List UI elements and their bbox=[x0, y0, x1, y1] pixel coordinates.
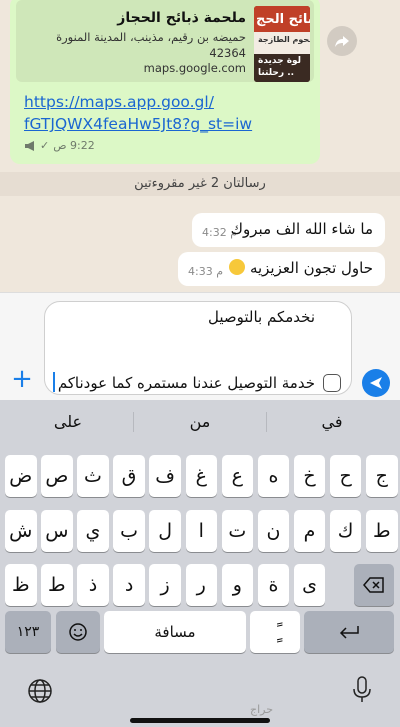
outgoing-time: 9:22 ص bbox=[53, 139, 95, 152]
emoji-key[interactable] bbox=[56, 611, 100, 653]
send-button[interactable] bbox=[362, 369, 390, 397]
letter-key[interactable]: ى bbox=[293, 564, 326, 606]
microphone-icon[interactable] bbox=[352, 676, 372, 704]
letter-key[interactable]: ر bbox=[185, 564, 217, 606]
message-text: حاول تجون العزيزيه bbox=[227, 259, 373, 277]
suggestion-1[interactable]: على bbox=[8, 412, 128, 431]
letter-key[interactable]: و bbox=[221, 564, 254, 606]
letter-key[interactable]: ص bbox=[41, 455, 73, 497]
letter-key[interactable]: ج bbox=[366, 455, 398, 497]
letter-key[interactable]: ك bbox=[329, 510, 362, 552]
link-preview-address: حميضه بن رقيم، مذينب، المدينة المنورة 42… bbox=[56, 30, 246, 60]
letter-key[interactable]: س bbox=[41, 510, 73, 552]
return-key[interactable] bbox=[304, 611, 394, 653]
incoming-message-bubble[interactable]: 4:33 م حاول تجون العزيزيه bbox=[178, 252, 385, 286]
compose-text-line-1: نخدمكم بالتوصيل bbox=[207, 308, 315, 326]
letter-key[interactable]: ذ bbox=[77, 564, 109, 606]
suggestion-2[interactable]: من bbox=[140, 412, 260, 431]
message-link[interactable]: https://maps.app.goo.gl/ fGTJQWX4feaHw5J… bbox=[24, 91, 304, 135]
forward-icon bbox=[335, 36, 349, 47]
message-time: 4:33 م bbox=[188, 265, 224, 278]
forward-button[interactable] bbox=[327, 26, 357, 56]
backspace-key[interactable] bbox=[354, 564, 394, 606]
send-icon bbox=[370, 377, 382, 389]
attach-plus-button[interactable]: + bbox=[10, 366, 34, 392]
link-preview-thumbnail: بائح الحج للحوم الطازجة لوة جديدة رحلتنا… bbox=[254, 6, 310, 82]
letter-key[interactable]: خ bbox=[293, 455, 326, 497]
suggestion-divider bbox=[133, 412, 134, 432]
message-input-bar: + نخدمكم بالتوصيل خدمة التوصيل عندنا مست… bbox=[0, 292, 400, 400]
backspace-icon bbox=[363, 577, 384, 593]
link-preview-domain: maps.google.com bbox=[143, 61, 246, 75]
letter-key[interactable]: ظ bbox=[5, 564, 37, 606]
letter-key[interactable]: ث bbox=[77, 455, 109, 497]
text-caret bbox=[53, 372, 55, 392]
return-icon bbox=[339, 626, 359, 639]
incoming-message-bubble[interactable]: 4:32 م ما شاء الله الف مبروك bbox=[192, 213, 385, 247]
letter-key[interactable]: ت bbox=[221, 510, 254, 552]
suggestion-3[interactable]: في bbox=[272, 412, 392, 431]
link-line-2[interactable]: fGTJQWX4feaHw5Jt8?g_st=iw bbox=[24, 113, 304, 135]
letter-key[interactable]: ض bbox=[5, 455, 37, 497]
link-preview-title: ملحمة ذبائح الحجاز bbox=[117, 10, 246, 26]
watermark-text: حراج bbox=[250, 703, 274, 716]
diacritic-key[interactable]: ًٍ bbox=[250, 611, 300, 653]
outgoing-meta: ✓ 9:22 ص bbox=[24, 139, 95, 152]
home-indicator bbox=[130, 718, 270, 723]
globe-icon[interactable] bbox=[27, 678, 53, 704]
message-compose-field[interactable]: نخدمكم بالتوصيل خدمة التوصيل عندنا مستمر… bbox=[44, 301, 352, 395]
letter-key[interactable]: ا bbox=[185, 510, 217, 552]
letter-key[interactable]: ل bbox=[149, 510, 181, 552]
emoji-icon bbox=[69, 623, 87, 641]
suggestion-divider bbox=[266, 412, 267, 432]
thumb-text-3: لوة جديدة bbox=[258, 56, 302, 66]
grin-emoji-icon bbox=[229, 259, 246, 275]
letter-key[interactable]: ح bbox=[329, 455, 362, 497]
delivery-check-icon: ✓ bbox=[40, 139, 50, 152]
link-preview-card[interactable]: بائح الحج للحوم الطازجة لوة جديدة رحلتنا… bbox=[16, 0, 314, 82]
letter-key[interactable]: ة bbox=[257, 564, 290, 606]
suggestion-bar: على من في bbox=[0, 400, 400, 444]
thumb-text-2: للحوم الطازجة bbox=[258, 35, 310, 44]
letter-key[interactable]: ق bbox=[113, 455, 145, 497]
letter-key[interactable]: ن bbox=[257, 510, 290, 552]
letter-key[interactable]: ف bbox=[149, 455, 181, 497]
thumb-text-4: رحلتنا .. bbox=[258, 68, 295, 78]
letter-key[interactable]: ز bbox=[149, 564, 181, 606]
letter-key[interactable]: ه bbox=[257, 455, 290, 497]
thumb-text-1: بائح الحج bbox=[256, 12, 310, 27]
message-text: ما شاء الله الف مبروك bbox=[230, 220, 373, 238]
letter-key[interactable]: ط bbox=[366, 510, 398, 552]
letter-key[interactable]: د bbox=[113, 564, 145, 606]
megaphone-icon bbox=[25, 140, 34, 151]
letter-key[interactable]: ي bbox=[77, 510, 109, 552]
sticker-icon[interactable] bbox=[323, 374, 341, 392]
link-line-1[interactable]: https://maps.app.goo.gl/ bbox=[24, 91, 304, 113]
compose-text-line-2: خدمة التوصيل عندنا مستمره كما عودناكم bbox=[57, 374, 315, 392]
numbers-key[interactable]: ١٢٣ bbox=[5, 611, 51, 653]
keyboard: على من في ١٢٣ مسافة ًٍ bbox=[0, 400, 400, 727]
chat-area: بائح الحج للحوم الطازجة لوة جديدة رحلتنا… bbox=[0, 0, 400, 292]
letter-key[interactable]: ع bbox=[221, 455, 254, 497]
outgoing-message-bubble[interactable]: بائح الحج للحوم الطازجة لوة جديدة رحلتنا… bbox=[10, 0, 320, 164]
letter-key[interactable]: غ bbox=[185, 455, 217, 497]
letter-key[interactable]: ش bbox=[5, 510, 37, 552]
letter-key[interactable]: ب bbox=[113, 510, 145, 552]
unread-banner: رسالتان 2 غير مقروءتين bbox=[0, 172, 400, 196]
letter-key[interactable]: ط bbox=[41, 564, 73, 606]
letter-key[interactable]: م bbox=[293, 510, 326, 552]
space-key[interactable]: مسافة bbox=[104, 611, 246, 653]
message-text-content: حاول تجون العزيزيه bbox=[249, 259, 373, 277]
